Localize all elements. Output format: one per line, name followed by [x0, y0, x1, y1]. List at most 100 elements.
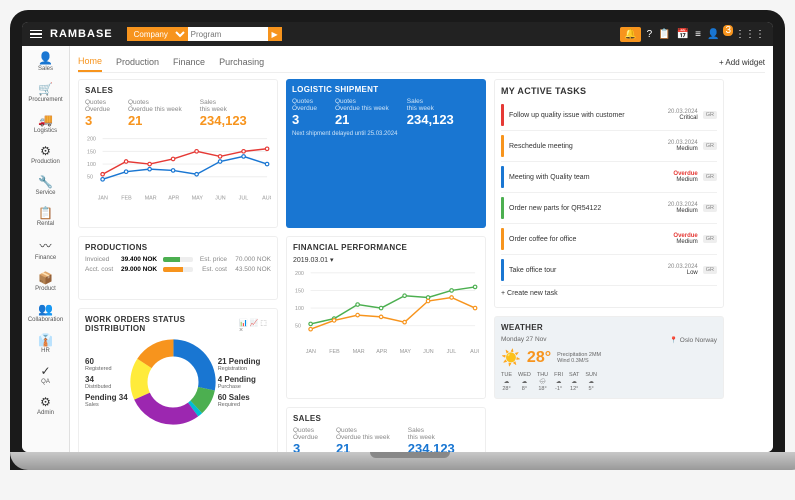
stat: QuotesOverdue3: [293, 427, 318, 452]
sidebar-item-sales[interactable]: 👤Sales: [22, 46, 69, 77]
calendar-icon[interactable]: 📅: [677, 29, 689, 40]
sales2-title: SALES: [293, 414, 479, 423]
tasks-card: MY ACTIVE TASKS Follow up quality issue …: [494, 79, 724, 308]
search-go-button[interactable]: ▶: [268, 27, 282, 41]
svg-text:AUG: AUG: [470, 349, 479, 355]
list-icon[interactable]: ≡: [695, 29, 701, 40]
weather-day: SAT☁12°: [569, 372, 579, 392]
program-input[interactable]: [188, 27, 268, 41]
sidebar-item-procurement[interactable]: 🛒Procurement: [22, 77, 69, 108]
sidebar-item-hr[interactable]: 👔HR: [22, 328, 69, 359]
svg-text:100: 100: [295, 306, 304, 312]
financial-card: FINANCIAL PERFORMANCE 2019.03.01 ▾ 50 100…: [286, 236, 486, 399]
weather-day: THU🌧18°: [537, 372, 548, 392]
new-task-button[interactable]: + Create new task: [501, 286, 717, 301]
stat: QuotesOverdue3: [85, 99, 110, 128]
sidebar-item-admin[interactable]: ⚙Admin: [22, 390, 69, 421]
stat: QuotesOverdue3: [292, 98, 317, 127]
svg-text:JUL: JUL: [239, 196, 249, 202]
company-select[interactable]: Company: [127, 27, 188, 41]
tab-purchasing[interactable]: Purchasing: [219, 53, 264, 71]
user-icon[interactable]: 👤3: [707, 29, 729, 40]
svg-text:MAY: MAY: [192, 196, 204, 202]
svg-text:APR: APR: [376, 349, 387, 355]
sidebar-item-product[interactable]: 📦Product: [22, 266, 69, 297]
rental-icon: 📋: [38, 206, 53, 220]
sidebar-item-finance[interactable]: 〰Finance: [22, 232, 69, 266]
svg-text:JAN: JAN: [98, 196, 108, 202]
production-icon: ⚙: [40, 144, 51, 158]
weather-location: 📍 Oslo Norway: [670, 336, 717, 344]
tab-home[interactable]: Home: [78, 52, 102, 72]
notification-icon[interactable]: 🔔: [620, 27, 640, 42]
financial-line-chart: 50100150200JANFEBMARAPRMAYJUNJULAUG: [293, 266, 479, 356]
qa-icon: ✓: [40, 364, 50, 378]
svg-text:150: 150: [87, 150, 96, 156]
svg-text:APR: APR: [168, 196, 179, 202]
logistic-note: Next shipment delayed until 25.03.2024: [292, 131, 480, 137]
sales-icon: 👤: [38, 51, 53, 65]
svg-text:150: 150: [295, 289, 304, 295]
workorders-tools[interactable]: 📊 📈 ⬚ ×: [239, 319, 271, 334]
production-row: Invoiced39.400 NOKEst. price70.000 NOK: [85, 256, 271, 263]
sales2-card: SALES QuotesOverdue3 QuotesOverdue this w…: [286, 407, 486, 452]
tab-production[interactable]: Production: [116, 53, 159, 71]
tab-finance[interactable]: Finance: [173, 53, 205, 71]
svg-text:100: 100: [87, 162, 96, 168]
production-row: Acct. cost29.000 NOKEst. cost43.500 NOK: [85, 266, 271, 273]
sidebar-item-production[interactable]: ⚙Production: [22, 139, 69, 170]
task-item[interactable]: Follow up quality issue with customer20.…: [501, 100, 717, 131]
sidebar-item-rental[interactable]: 📋Rental: [22, 201, 69, 232]
tasks-title: MY ACTIVE TASKS: [501, 86, 717, 96]
stat: QuotesOverdue this week21: [336, 427, 390, 452]
sales-line-chart: 50100150200JANFEBMARAPRMAYJUNJULAUG: [85, 132, 271, 202]
task-item[interactable]: Order coffee for officeOverdueMediumGR: [501, 224, 717, 255]
svg-text:MAR: MAR: [353, 349, 365, 355]
task-item[interactable]: Order new parts for QR5412220.03.2024Med…: [501, 193, 717, 224]
sidebar-item-qa[interactable]: ✓QA: [22, 359, 69, 390]
sidebar: 👤Sales🛒Procurement🚚Logistics⚙Production🔧…: [22, 46, 70, 452]
apps-icon[interactable]: ⋮⋮⋮: [735, 29, 765, 40]
sun-icon: ☀️: [501, 348, 521, 368]
svg-text:FEB: FEB: [121, 196, 132, 202]
sales-card: SALES QuotesOverdue3QuotesOverdue this w…: [78, 79, 278, 228]
weather-day: FRI☁-1°: [554, 372, 563, 392]
workorders-donut: [128, 337, 218, 427]
svg-text:JUL: JUL: [447, 349, 457, 355]
hr-icon: 👔: [38, 333, 53, 347]
task-item[interactable]: Reschedule meeting20.03.2024MediumGR: [501, 131, 717, 162]
logistic-title: LOGISTIC SHIPMENT: [292, 85, 480, 94]
svg-text:50: 50: [87, 175, 93, 181]
service-icon: 🔧: [38, 175, 53, 189]
weather-day: TUE☁28°: [501, 372, 512, 392]
financial-title: FINANCIAL PERFORMANCE: [293, 243, 479, 252]
weather-date: Monday 27 Nov: [501, 336, 547, 344]
sidebar-item-logistics[interactable]: 🚚Logistics: [22, 108, 69, 139]
stat: QuotesOverdue this week21: [128, 99, 182, 128]
add-widget-button[interactable]: + Add widget: [719, 58, 765, 67]
stat: QuotesOverdue this week21: [335, 98, 389, 127]
logistics-icon: 🚚: [38, 113, 53, 127]
svg-text:FEB: FEB: [329, 349, 340, 355]
svg-text:200: 200: [87, 137, 96, 143]
task-item[interactable]: Meeting with Quality teamOverdueMediumGR: [501, 162, 717, 193]
topbar: RAMBASE Company ▶ 🔔 ? 📋 📅 ≡ 👤3 ⋮⋮⋮: [22, 22, 773, 46]
brand-logo: RAMBASE: [50, 28, 113, 40]
product-icon: 📦: [38, 271, 53, 285]
clipboard-icon[interactable]: 📋: [658, 29, 670, 40]
stat: Salesthis week234,123: [200, 99, 247, 128]
workorders-card: WORK ORDERS STATUS DISTRIBUTION 📊 📈 ⬚ × …: [78, 308, 278, 452]
help-icon[interactable]: ?: [647, 29, 653, 40]
svg-text:JUN: JUN: [423, 349, 434, 355]
svg-text:50: 50: [295, 324, 301, 330]
sidebar-item-service[interactable]: 🔧Service: [22, 170, 69, 201]
svg-text:200: 200: [295, 271, 304, 277]
task-item[interactable]: Take office tour20.03.2024LowGR: [501, 255, 717, 286]
stat: Salesthis week234,123: [408, 427, 455, 452]
financial-date[interactable]: 2019.03.01 ▾: [293, 256, 479, 264]
sidebar-item-collaboration[interactable]: 👥Collaboration: [22, 297, 69, 328]
menu-icon[interactable]: [30, 30, 42, 39]
weather-title: WEATHER: [501, 323, 717, 332]
weather-day: WED☁8°: [518, 372, 531, 392]
svg-text:MAY: MAY: [400, 349, 412, 355]
